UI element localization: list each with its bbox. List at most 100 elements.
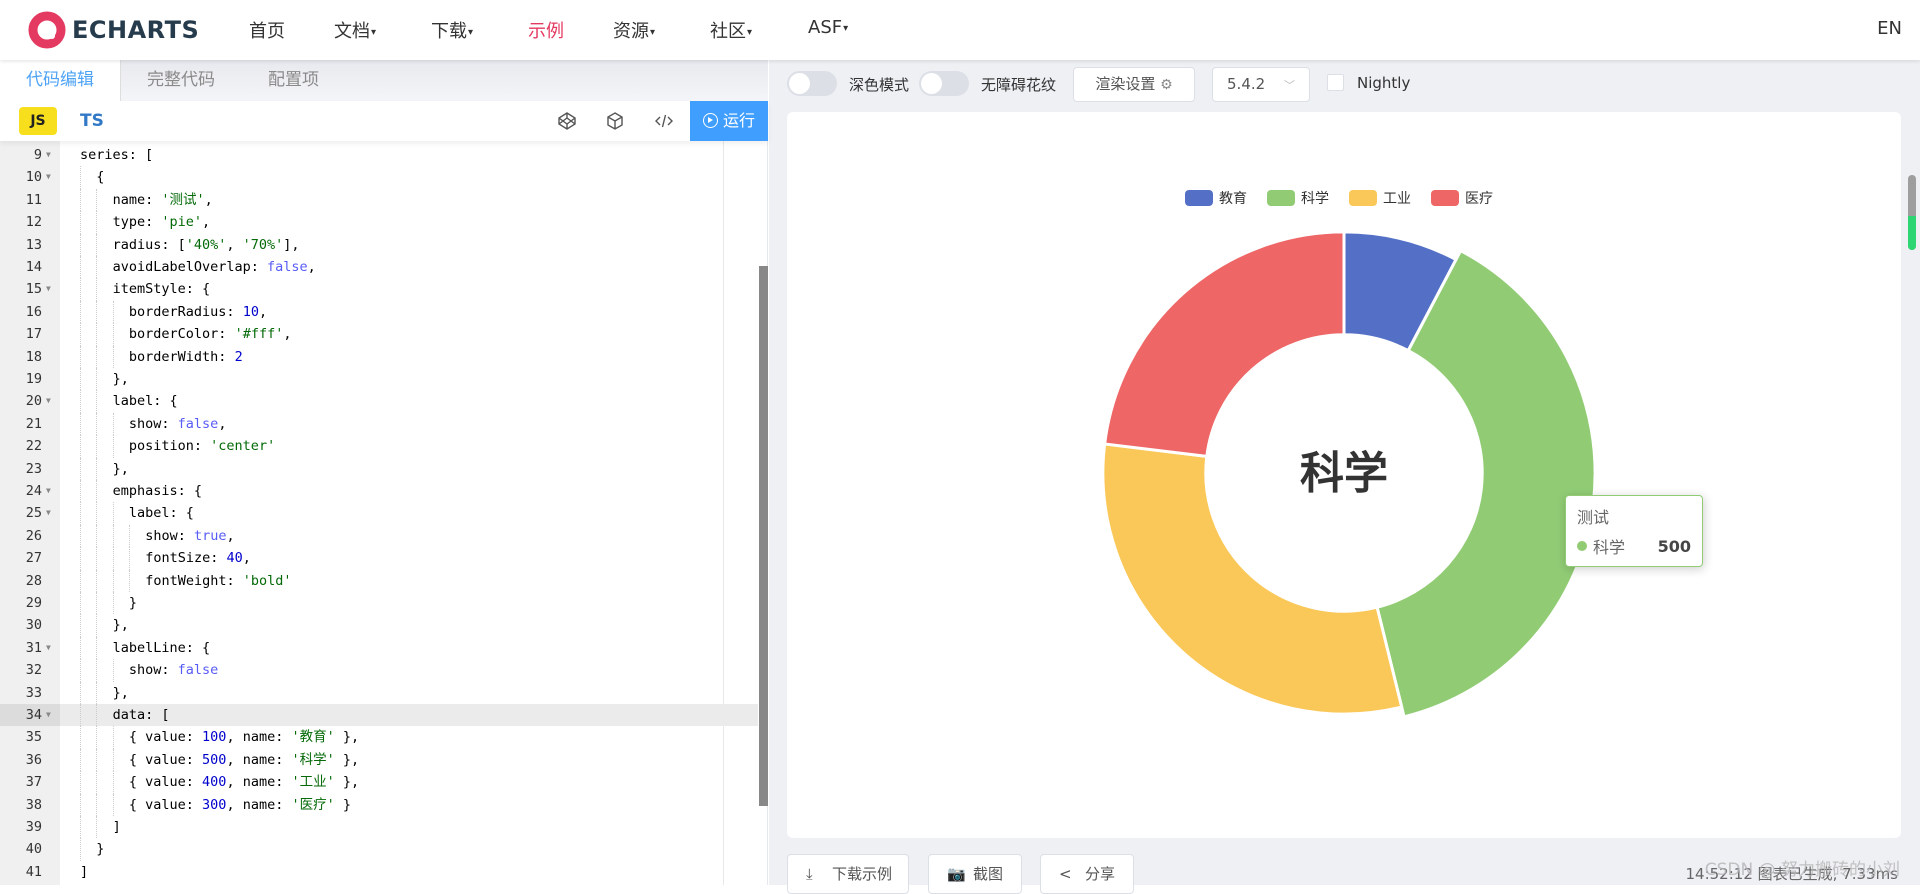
donut-chart[interactable]: 教育 科学 工业 医疗科学: [787, 112, 1901, 838]
toggle-knob: [921, 73, 942, 94]
code-text: itemStyle: {: [112, 281, 211, 298]
fold-toggle-icon[interactable]: ▼: [46, 637, 51, 659]
codesandbox-icon[interactable]: [605, 111, 625, 131]
code-line[interactable]: 22 position: 'center': [0, 435, 758, 458]
code-line[interactable]: 36 { value: 500, name: '科学' },: [0, 748, 758, 772]
code-line[interactable]: 35 { value: 100, name: '教育' },: [0, 726, 758, 749]
code-line[interactable]: 30},: [0, 614, 758, 637]
run-button[interactable]: 运行: [690, 101, 768, 141]
fold-toggle-icon[interactable]: ▼: [46, 390, 51, 412]
legend-swatch[interactable]: [1185, 190, 1213, 206]
code-editor-panel: 代码编辑 完整代码 配置项 JS TS 运行 9 ▼ series: [10 ▼{11…: [0, 60, 768, 885]
code-line[interactable]: 28 fontWeight: 'bold': [0, 569, 758, 592]
code-line[interactable]: 23},: [0, 457, 758, 480]
nav-item-0[interactable]: 首页: [249, 17, 285, 43]
nav-item-3[interactable]: 示例: [528, 17, 564, 43]
legend-label[interactable]: 科学: [1301, 191, 1329, 207]
screenshot-button[interactable]: 📷 截图: [928, 854, 1022, 894]
code-line[interactable]: 38 { value: 300, name: '医疗' }: [0, 793, 758, 816]
share-button[interactable]: < 分享: [1040, 854, 1134, 894]
indent-guide: [96, 323, 98, 346]
code-line[interactable]: 17 borderColor: '#fff',: [0, 323, 758, 346]
render-settings-button[interactable]: 渲染设置 ⚙: [1073, 67, 1195, 102]
code-line[interactable]: 25 ▼ label: {: [0, 502, 758, 525]
code-line[interactable]: 26 show: true,: [0, 524, 758, 548]
version-select[interactable]: 5.4.2 ﹀: [1212, 67, 1310, 102]
pie-slice-3[interactable]: [1103, 230, 1346, 458]
code-line[interactable]: 16 borderRadius: 10,: [0, 300, 758, 324]
tab-options[interactable]: 配置项: [242, 60, 345, 101]
tab-full-code[interactable]: 完整代码: [121, 60, 241, 101]
code-line[interactable]: 15 ▼ itemStyle: {: [0, 278, 758, 301]
code-text: series: [: [80, 147, 154, 163]
dark-mode-toggle[interactable]: [787, 71, 837, 96]
code-line[interactable]: 29}: [0, 592, 758, 615]
code-line[interactable]: 12 type: 'pie',: [0, 211, 758, 234]
page-scrollbar[interactable]: [1908, 175, 1916, 250]
code-line[interactable]: 27 fontSize: 40,: [0, 547, 758, 570]
nightly-checkbox[interactable]: [1327, 74, 1344, 91]
toggle-knob: [789, 73, 810, 94]
indent-guide: [96, 704, 98, 727]
legend-swatch[interactable]: [1267, 190, 1295, 206]
nav-item-4[interactable]: 资源▾: [613, 17, 655, 43]
indent-guide: [112, 524, 114, 548]
fold-toggle-icon[interactable]: ▼: [46, 704, 51, 726]
line-number: 9: [33, 147, 42, 163]
indent-guide: [128, 547, 130, 570]
code-line[interactable]: 11 name: '测试',: [0, 188, 758, 212]
decal-toggle[interactable]: [919, 71, 969, 96]
code-line[interactable]: 13 radius: ['40%', '70%'],: [0, 233, 758, 256]
legend-swatch[interactable]: [1431, 190, 1459, 206]
code-line[interactable]: 34 ▼ data: [: [0, 704, 758, 727]
line-number: 14: [25, 259, 42, 275]
nav-item-6[interactable]: ASF▾: [808, 17, 848, 38]
line-number: 30: [25, 617, 42, 634]
fold-toggle-icon[interactable]: ▼: [46, 166, 51, 188]
code-line[interactable]: 21 show: false,: [0, 412, 758, 436]
legend-label[interactable]: 教育: [1219, 191, 1247, 207]
code-text: ]: [112, 819, 121, 835]
codepen-icon[interactable]: [557, 111, 577, 131]
download-example-button[interactable]: ⤓ 下载示例: [787, 854, 909, 894]
code-line[interactable]: 18 borderWidth: 2: [0, 345, 758, 368]
tab-code-edit[interactable]: 代码编辑: [0, 60, 121, 101]
code-text: labelLine: {: [112, 639, 211, 656]
code-line[interactable]: 14 avoidLabelOverlap: false,: [0, 256, 758, 279]
echarts-logo[interactable]: ECHARTS: [28, 10, 199, 50]
code-format-icon[interactable]: [654, 111, 674, 131]
legend-label[interactable]: 工业: [1383, 191, 1411, 207]
editor-scrollbar[interactable]: [759, 266, 768, 806]
fold-toggle-icon[interactable]: ▼: [46, 278, 51, 300]
indent-guide: [112, 771, 114, 794]
language-switch-button[interactable]: EN: [1877, 18, 1902, 39]
line-number: 11: [25, 191, 42, 208]
nav-item-2[interactable]: 下载▾: [431, 17, 473, 43]
code-line[interactable]: 31 ▼ labelLine: {: [0, 636, 758, 660]
code-line[interactable]: 37 { value: 400, name: '工业' },: [0, 771, 758, 794]
code-line[interactable]: 32 show: false: [0, 659, 758, 682]
code-line[interactable]: 24 ▼ emphasis: {: [0, 480, 758, 503]
code-line[interactable]: 20 ▼ label: {: [0, 390, 758, 413]
code-line[interactable]: 9 ▼ series: [: [0, 144, 758, 166]
code-line[interactable]: 41]: [0, 861, 758, 883]
ts-language-button[interactable]: TS: [80, 107, 104, 135]
code-area[interactable]: 9 ▼ series: [10 ▼{11 name: '测试', 12 type: 'pie…: [0, 141, 760, 885]
indent-guide: [96, 681, 98, 704]
code-line[interactable]: 19},: [0, 368, 758, 391]
code-line[interactable]: 40}: [0, 838, 758, 861]
fold-toggle-icon[interactable]: ▼: [46, 144, 51, 166]
code-line[interactable]: 39]: [0, 816, 758, 839]
code-line[interactable]: 33},: [0, 681, 758, 704]
indent-guide: [112, 435, 114, 458]
nav-item-5[interactable]: 社区▾: [710, 17, 752, 43]
caret-down-icon: ▾: [468, 26, 474, 38]
js-language-button[interactable]: JS: [19, 107, 57, 135]
fold-toggle-icon[interactable]: ▼: [46, 480, 51, 502]
code-line[interactable]: 10 ▼ {: [0, 166, 758, 189]
legend-label[interactable]: 医疗: [1465, 191, 1493, 207]
line-number: 28: [25, 572, 42, 589]
legend-swatch[interactable]: [1349, 190, 1377, 206]
nav-item-1[interactable]: 文档▾: [334, 17, 376, 43]
fold-toggle-icon[interactable]: ▼: [46, 502, 51, 524]
